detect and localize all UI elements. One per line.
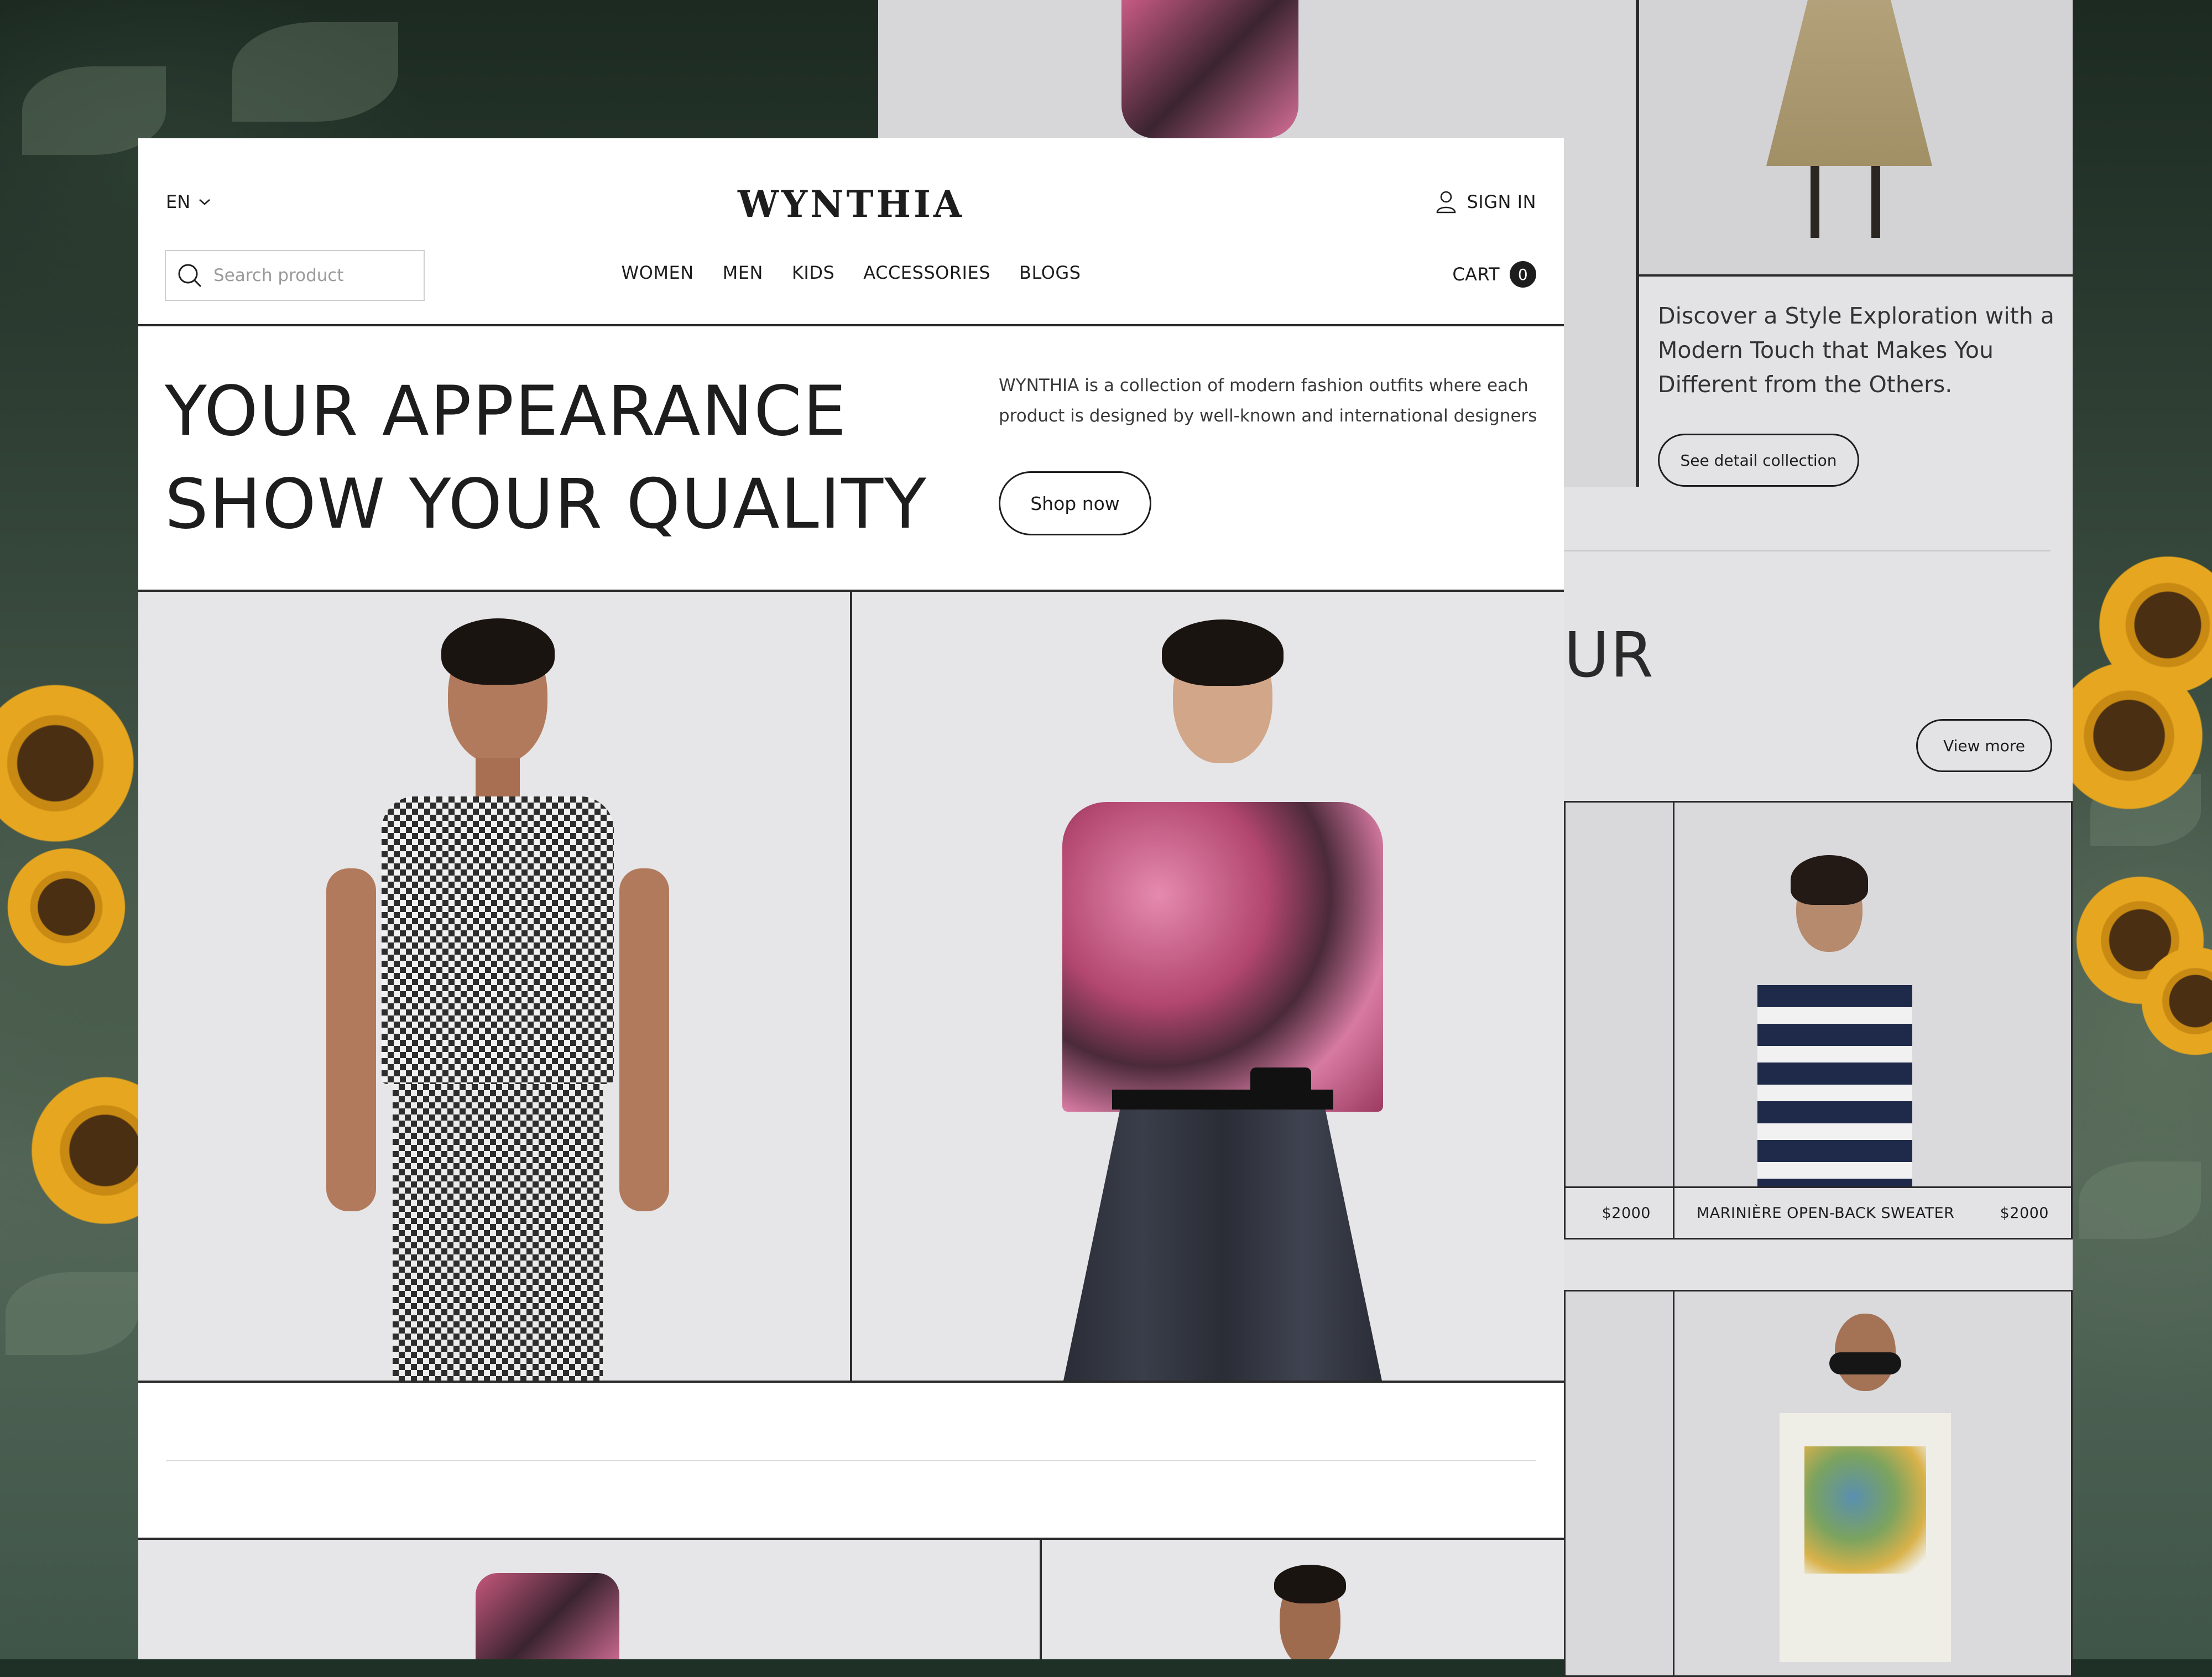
sunglasses <box>1829 1352 1901 1374</box>
site-header: EN WYNTHIA SIGN IN WOMEN MEN KIDS ACCESS… <box>138 138 1564 326</box>
shop-now-button[interactable]: Shop now <box>999 471 1151 535</box>
product-photo-floral-sweater[interactable] <box>1673 1290 2073 1677</box>
gingham-jacket <box>382 796 614 1084</box>
product-photo-bucket-hat[interactable] <box>138 1540 1040 1659</box>
skirt-garment <box>1766 0 1932 166</box>
secondary-gallery <box>138 1538 1564 1659</box>
cart-count-badge: 0 <box>1510 261 1536 288</box>
collection-tagline: Discover a Style Exploration with a Mode… <box>1658 303 2054 398</box>
brand-logo[interactable]: WYNTHIA <box>138 183 1564 226</box>
see-detail-collection-button[interactable]: See detail collection <box>1658 434 1859 487</box>
hero-title-line-2: SHOW YOUR QUALITY <box>165 465 927 544</box>
striped-sweater <box>1757 985 1912 1190</box>
section-heading-fragment: UR <box>1564 619 1655 691</box>
floral-blouse <box>1062 802 1383 1112</box>
bustier-garment <box>1121 0 1298 138</box>
sign-in-link[interactable]: SIGN IN <box>1436 190 1536 213</box>
view-more-button[interactable]: View more <box>1916 719 2052 772</box>
sunflower <box>0 675 144 852</box>
nav-item-kids[interactable]: KIDS <box>792 262 834 283</box>
cart-button[interactable]: CART 0 <box>1452 261 1536 288</box>
sign-in-label: SIGN IN <box>1467 191 1536 212</box>
hero-title: YOUR APPEARANCE SHOW YOUR QUALITY <box>165 365 927 551</box>
main-page: EN WYNTHIA SIGN IN WOMEN MEN KIDS ACCESS… <box>138 138 1564 1659</box>
product-name: MARINIÈRE OPEN-BACK SWEATER <box>1697 1204 1955 1222</box>
nav-item-men[interactable]: MEN <box>723 262 763 283</box>
hero-title-line-1: YOUR APPEARANCE <box>165 372 848 451</box>
nav-item-blogs[interactable]: BLOGS <box>1019 262 1081 283</box>
nav-item-women[interactable]: WOMEN <box>622 262 694 283</box>
product-price: $2000 <box>2000 1204 2049 1222</box>
bucket-hat <box>476 1573 619 1659</box>
product-photo[interactable] <box>1564 1290 1674 1677</box>
foliage <box>2079 1162 2201 1239</box>
user-icon <box>1437 191 1456 213</box>
sunflower <box>0 841 133 973</box>
model-photo[interactable] <box>1040 1540 1564 1659</box>
foliage <box>232 22 398 122</box>
model-photo-gingham[interactable] <box>138 592 850 1381</box>
hero-section: YOUR APPEARANCE SHOW YOUR QUALITY WYNTHI… <box>138 326 1564 592</box>
product-label[interactable]: MARINIÈRE OPEN-BACK SWEATER $2000 <box>1673 1186 2073 1239</box>
nav-item-accessories[interactable]: ACCESSORIES <box>863 262 990 283</box>
hero-description: WYNTHIA is a collection of modern fashio… <box>999 376 1537 426</box>
featured-gallery <box>138 592 1564 1383</box>
gingham-skirt <box>393 1084 603 1381</box>
main-navigation: WOMEN MEN KIDS ACCESSORIES BLOGS <box>138 262 1564 283</box>
product-photo <box>1639 0 2073 277</box>
product-price: $2000 <box>1601 1204 1651 1222</box>
model-photo-floral-blouse[interactable] <box>850 592 1564 1381</box>
product-photo-sweater[interactable] <box>1673 801 2073 1190</box>
denim-skirt <box>1062 1110 1383 1381</box>
cart-label: CART <box>1452 264 1500 285</box>
product-label[interactable]: $2000 <box>1564 1186 1674 1239</box>
floral-print <box>1804 1446 1926 1574</box>
product-photo[interactable] <box>1564 801 1674 1188</box>
foliage <box>6 1272 138 1355</box>
